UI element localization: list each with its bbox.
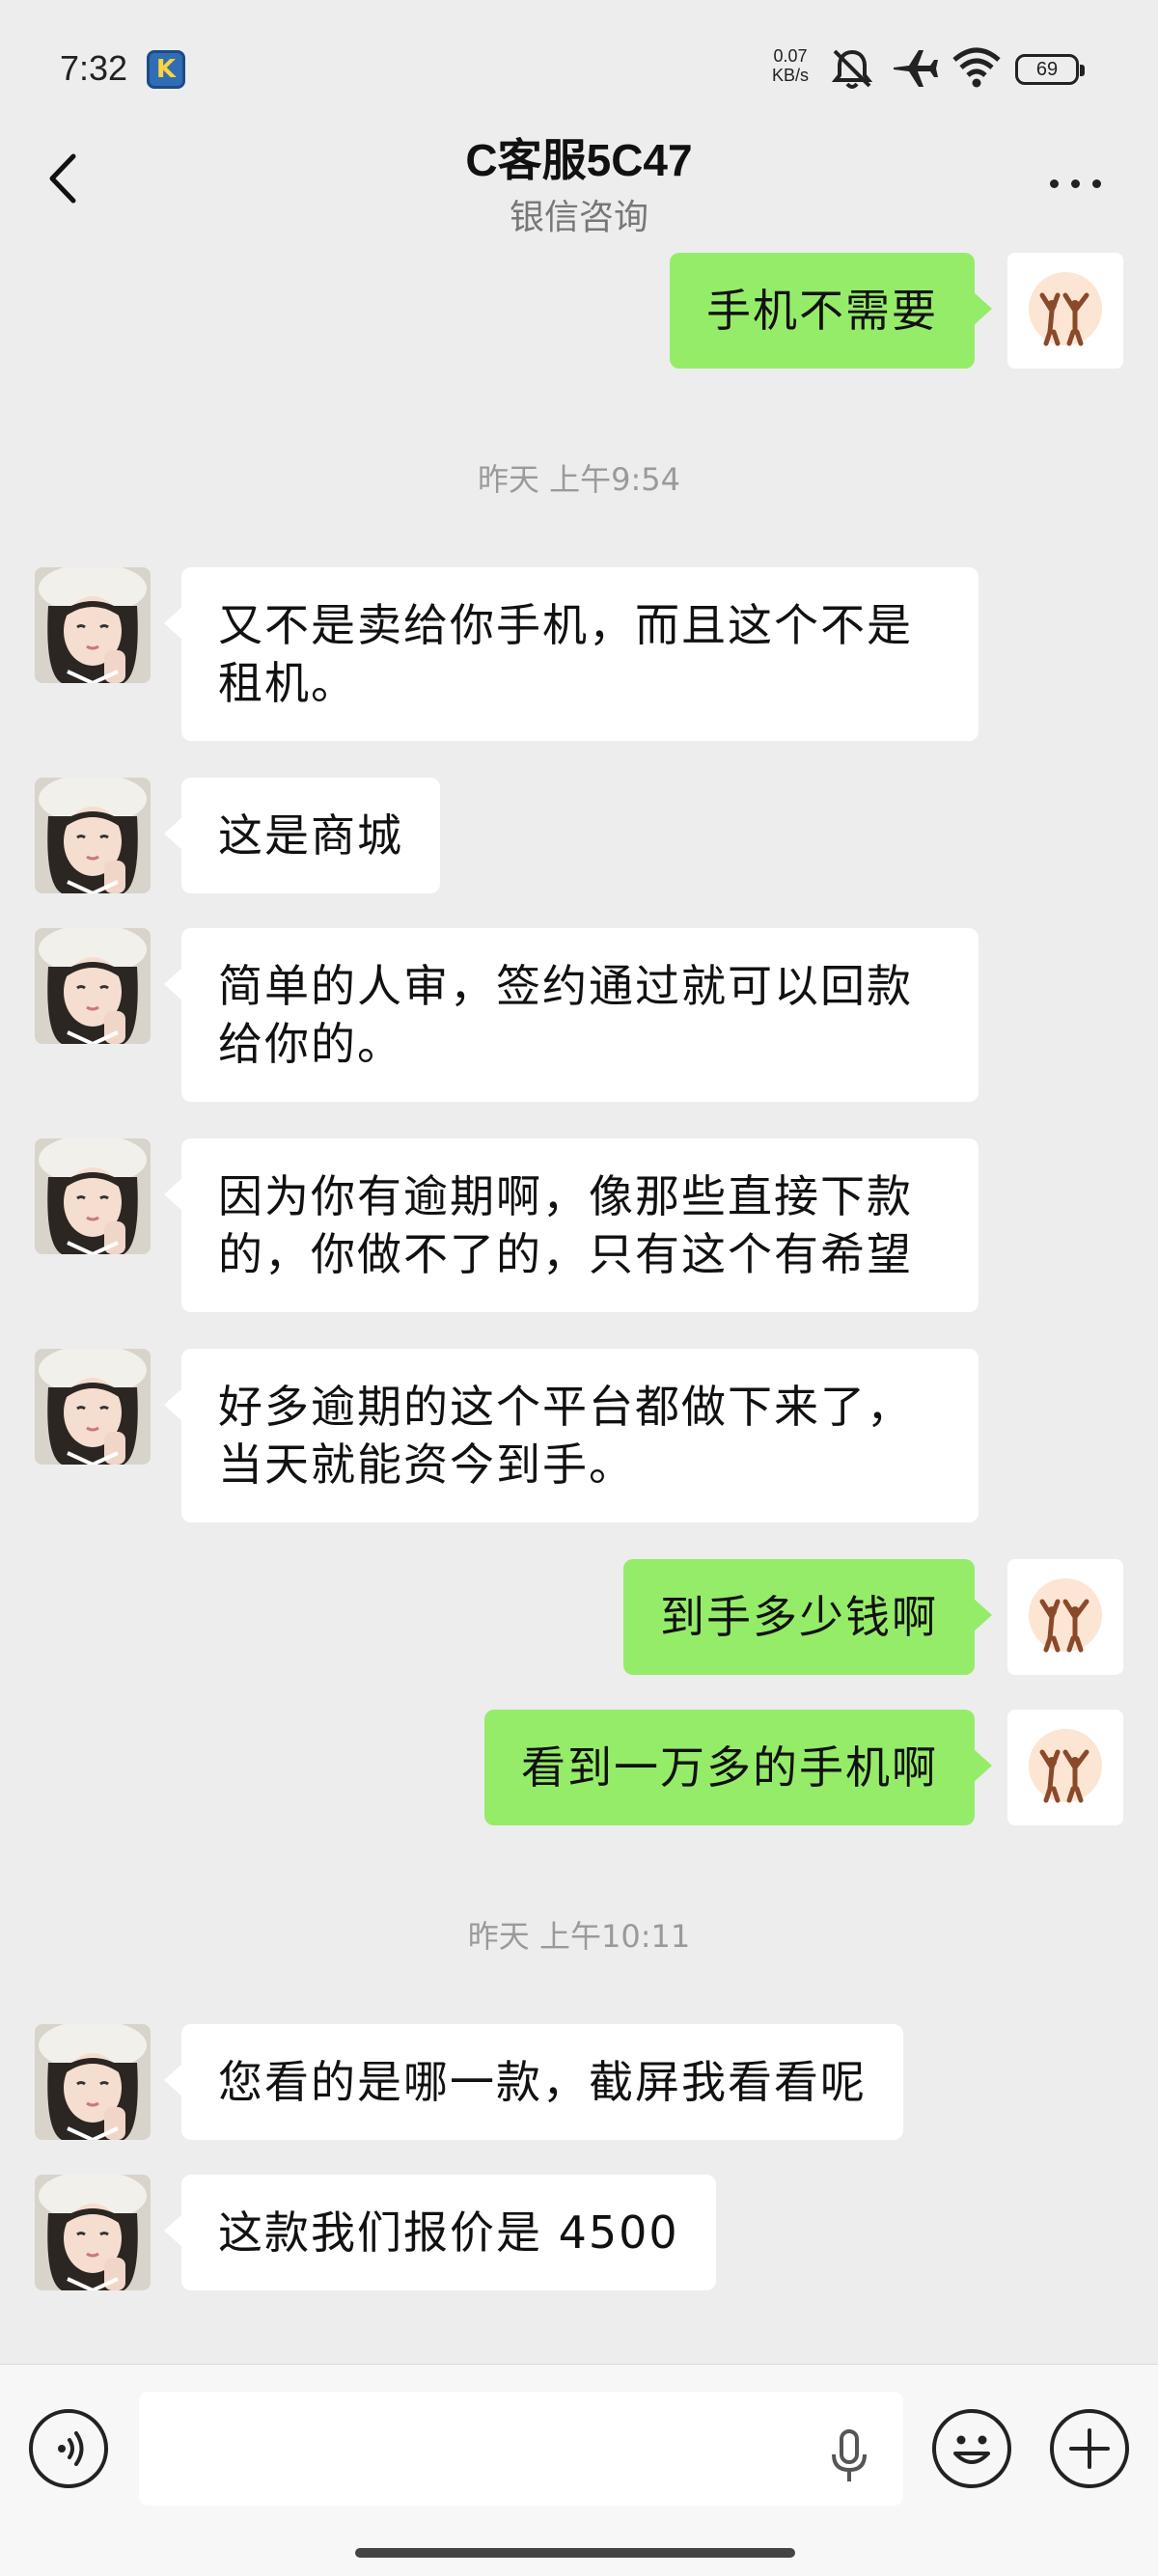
message-bubble[interactable]: 到手多少钱啊	[623, 1559, 992, 1675]
contact-avatar[interactable]	[35, 2024, 151, 2140]
voice-toggle-button[interactable]	[29, 2409, 108, 2488]
battery-icon: 69	[1015, 54, 1085, 85]
network-speed: 0.07 KB/s	[772, 46, 809, 85]
avatar-image	[35, 778, 151, 893]
airplane-icon	[894, 50, 938, 87]
chat-header: C客服5C47 银信咨询	[0, 106, 1158, 251]
message-line: 简单的人审，签约通过就可以回款	[218, 960, 913, 1012]
avatar-image	[1007, 253, 1123, 369]
avatar-image	[35, 2024, 151, 2140]
more-button[interactable]	[1050, 2409, 1129, 2488]
input-bar	[0, 2364, 1158, 2576]
timestamp: 昨天 上午9:54	[477, 461, 681, 498]
page-title: C客服5C47	[465, 135, 693, 185]
message-input[interactable]	[139, 2392, 903, 2506]
message-line: 又不是卖给你手机，而且这个不是	[218, 599, 913, 651]
message-bubble[interactable]: 好多逾期的这个平台都做下来了， 当天就能资今到手。	[164, 1349, 979, 1522]
avatar-image	[1007, 1559, 1123, 1675]
more-options-icon[interactable]	[1042, 159, 1110, 207]
contact-avatar[interactable]	[35, 2175, 151, 2290]
message-list: 手机不需要 昨天 上午9:54 又不是卖给你手机，而且这个不是 租机。 这是商城…	[0, 251, 1158, 2364]
my-avatar[interactable]	[1007, 253, 1123, 369]
message-line: 租机。	[218, 657, 357, 709]
message-bubble[interactable]: 手机不需要	[670, 253, 992, 369]
mic-icon[interactable]	[825, 2427, 873, 2485]
emoji-icon	[953, 2435, 990, 2464]
network-speed-unit: KB/s	[772, 66, 810, 85]
contact-avatar[interactable]	[35, 1138, 151, 1254]
page-subtitle: 银信咨询	[509, 198, 648, 237]
mute-icon	[831, 49, 873, 89]
home-indicator[interactable]	[355, 2548, 795, 2558]
message-line: 给你的。	[218, 1018, 403, 1070]
message-line: 这款我们报价是 4500	[218, 2206, 679, 2259]
message-bubble[interactable]: 这款我们报价是 4500	[164, 2175, 716, 2290]
message-bubble[interactable]: 这是商城	[164, 778, 440, 893]
avatar-image	[35, 1349, 151, 1465]
status-time: 7:32	[60, 48, 128, 88]
wifi-icon	[952, 47, 1001, 88]
avatar-image	[35, 567, 151, 683]
message-bubble[interactable]: 因为你有逾期啊，像那些直接下款 的，你做不了的，只有这个有希望	[164, 1138, 979, 1312]
message-line: 您看的是哪一款，截屏我看看呢	[218, 2056, 867, 2108]
emoji-button[interactable]	[932, 2409, 1011, 2488]
message-line: 因为你有逾期啊，像那些直接下款	[218, 1170, 913, 1222]
contact-avatar[interactable]	[35, 1349, 151, 1465]
message-bubble[interactable]: 又不是卖给你手机，而且这个不是 租机。	[164, 567, 979, 741]
contact-avatar[interactable]	[35, 567, 151, 683]
message-line: 当天就能资今到手。	[218, 1439, 635, 1491]
app-k-icon: K	[147, 50, 185, 89]
message-bubble[interactable]: 您看的是哪一款，截屏我看看呢	[164, 2024, 903, 2140]
message-line: 好多逾期的这个平台都做下来了，	[218, 1381, 913, 1433]
plus-icon	[1069, 2428, 1110, 2469]
contact-avatar[interactable]	[35, 928, 151, 1044]
my-avatar[interactable]	[1007, 1710, 1123, 1825]
message-bubble[interactable]: 简单的人审，签约通过就可以回款 给你的。	[164, 928, 979, 1102]
chat-screen: 7:32 K 0.07 KB/s 69 C客服5C47 银信咨询 手机不需要 昨…	[0, 0, 1158, 2576]
message-line: 的，你做不了的，只有这个有希望	[218, 1228, 913, 1280]
avatar-image	[35, 928, 151, 1044]
avatar-image	[35, 1138, 151, 1254]
contact-avatar[interactable]	[35, 778, 151, 893]
avatar-image	[1007, 1710, 1123, 1825]
message-line: 这是商城	[218, 809, 403, 862]
message-bubble[interactable]: 看到一万多的手机啊	[484, 1710, 992, 1825]
voice-icon	[58, 2431, 84, 2466]
my-avatar[interactable]	[1007, 1559, 1123, 1675]
network-speed-value: 0.07	[773, 46, 808, 66]
avatar-image	[35, 2175, 151, 2290]
timestamp: 昨天 上午10:11	[467, 1918, 691, 1955]
